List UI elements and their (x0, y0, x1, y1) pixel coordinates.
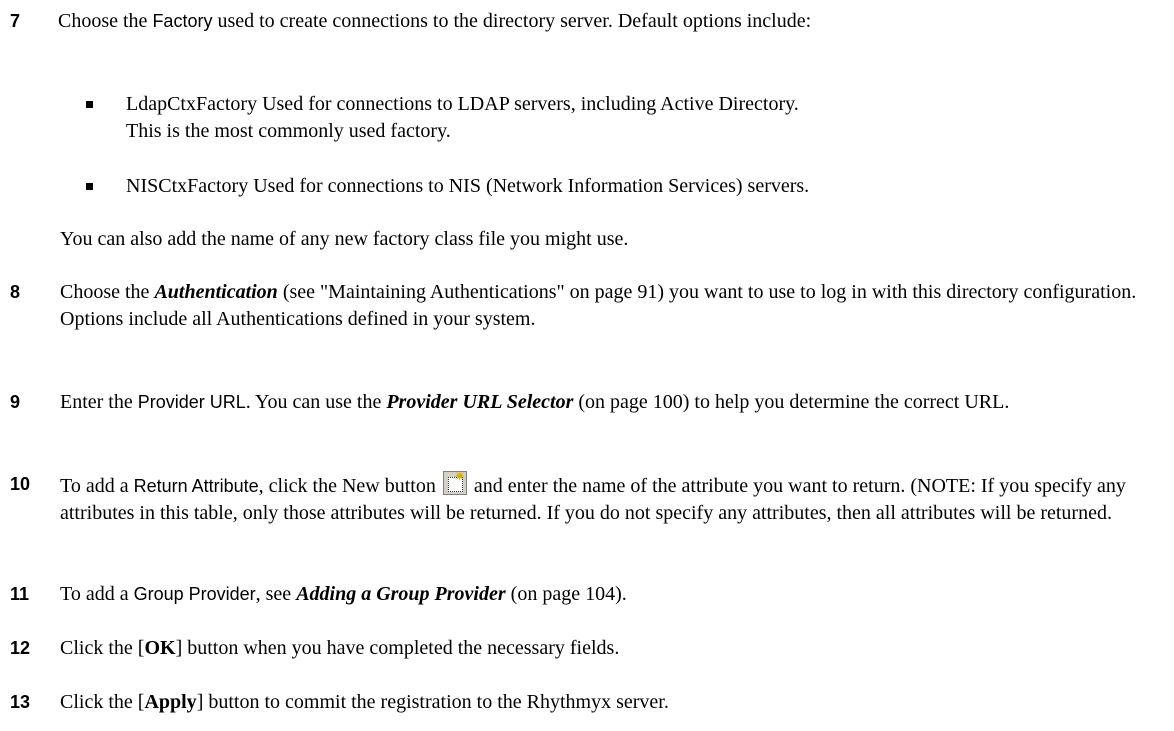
link-adding-group-provider[interactable]: Adding a Group Provider (296, 583, 505, 605)
step-13: 13 Click the [Apply] button to commit th… (10, 689, 1160, 716)
new-item-icon: ✷ (442, 471, 467, 495)
ok-button-label: OK (144, 637, 176, 659)
link-provider-url-selector[interactable]: Provider URL Selector (386, 391, 573, 413)
step-number: 9 (10, 392, 21, 412)
step-number: 7 (10, 11, 21, 31)
bullet-icon (86, 183, 93, 190)
step-7: 7 Choose the Factory used to create conn… (10, 8, 1160, 35)
step-11: 11 To add a Group Provider, see Adding a… (10, 581, 1160, 608)
step-number: 10 (10, 474, 31, 494)
ui-label-return-attribute: Return Attribute (133, 476, 259, 496)
apply-button-label: Apply (144, 691, 197, 713)
step-number: 8 (10, 282, 21, 302)
step-number: 11 (10, 584, 30, 604)
list-item: LdapCtxFactory Used for connections to L… (86, 91, 1156, 145)
list-item: NISCtxFactory Used for connections to NI… (86, 173, 1166, 200)
step-8: 8 Choose the Authentication (see "Mainta… (10, 279, 1160, 333)
step-text: To add a Group Provider, see Adding a Gr… (60, 583, 627, 605)
step-12: 12 Click the [OK] button when you have c… (10, 635, 1160, 662)
step-text: Choose the Factory used to create connec… (58, 10, 812, 32)
step-7-note: You can also add the name of any new fac… (60, 228, 629, 250)
bullet-icon (86, 101, 93, 108)
step-10: 10 To add a Return Attribute, click the … (10, 471, 1160, 527)
step-text: Click the [OK] button when you have comp… (60, 637, 620, 659)
step-text: Click the [Apply] button to commit the r… (60, 691, 669, 713)
ui-label-factory: Factory (152, 11, 213, 31)
step-number: 13 (10, 692, 31, 712)
link-authentication[interactable]: Authentication (154, 281, 277, 303)
step-text: Enter the Provider URL. You can use the … (60, 391, 1010, 413)
ui-label-group-provider: Group Provider (133, 584, 256, 604)
step-text: To add a Return Attribute, click the New… (60, 470, 1126, 525)
step-9: 9 Enter the Provider URL. You can use th… (10, 389, 1160, 416)
step-number: 12 (10, 638, 31, 658)
ui-label-provider-url: Provider URL (137, 392, 246, 412)
step-text: Choose the Authentication (see "Maintain… (60, 281, 1137, 330)
